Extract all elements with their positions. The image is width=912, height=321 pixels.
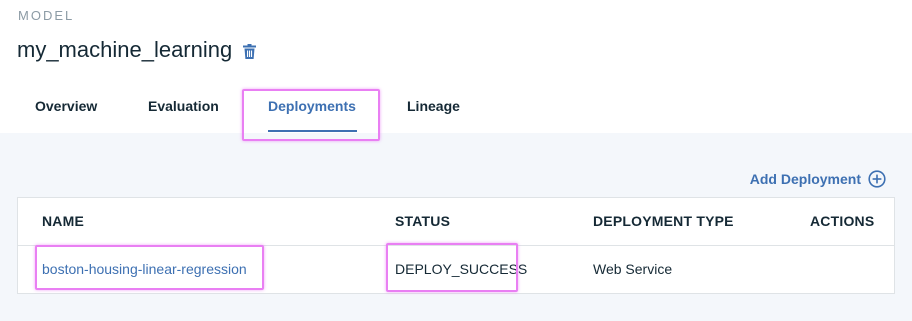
deployments-panel: Add Deployment NAME STATUS DEPLOYMENT TY… <box>0 133 912 321</box>
deployments-table: NAME STATUS DEPLOYMENT TYPE ACTIONS bost… <box>17 197 895 294</box>
add-circle-icon <box>868 170 886 188</box>
active-tab-indicator <box>268 130 357 132</box>
add-deployment-label: Add Deployment <box>749 171 861 187</box>
tab-label: Overview <box>35 98 98 114</box>
column-header-actions: ACTIONS <box>810 213 875 229</box>
add-deployment-button[interactable]: Add Deployment <box>750 170 886 188</box>
column-header-deployment-type[interactable]: DEPLOYMENT TYPE <box>593 213 734 229</box>
page-header: MODEL my_machine_learning Overview Evalu… <box>0 0 912 133</box>
tab-label: Lineage <box>407 98 460 114</box>
tab-evaluation[interactable]: Evaluation <box>148 88 219 133</box>
tab-overview[interactable]: Overview <box>35 88 97 133</box>
column-header-status[interactable]: STATUS <box>395 213 450 229</box>
column-header-name[interactable]: NAME <box>42 213 84 229</box>
tab-lineage[interactable]: Lineage <box>407 88 460 133</box>
tab-label: Deployments <box>268 98 356 114</box>
tab-deployments[interactable]: Deployments <box>268 88 357 133</box>
table-header: NAME STATUS DEPLOYMENT TYPE ACTIONS <box>18 198 894 246</box>
tab-label: Evaluation <box>148 98 219 114</box>
page-title: my_machine_learning <box>17 37 233 62</box>
page-kicker: MODEL <box>18 8 75 23</box>
title-row: my_machine_learning <box>17 36 257 64</box>
deployment-status: DEPLOY_SUCCESS <box>395 261 528 277</box>
trash-icon[interactable] <box>243 43 257 59</box>
deployment-name-link[interactable]: boston-housing-linear-regression <box>42 261 247 277</box>
tab-bar: Overview Evaluation Deployments Lineage <box>0 88 912 133</box>
deployment-type: Web Service <box>593 261 673 277</box>
table-row: boston-housing-linear-regression DEPLOY_… <box>18 246 894 294</box>
